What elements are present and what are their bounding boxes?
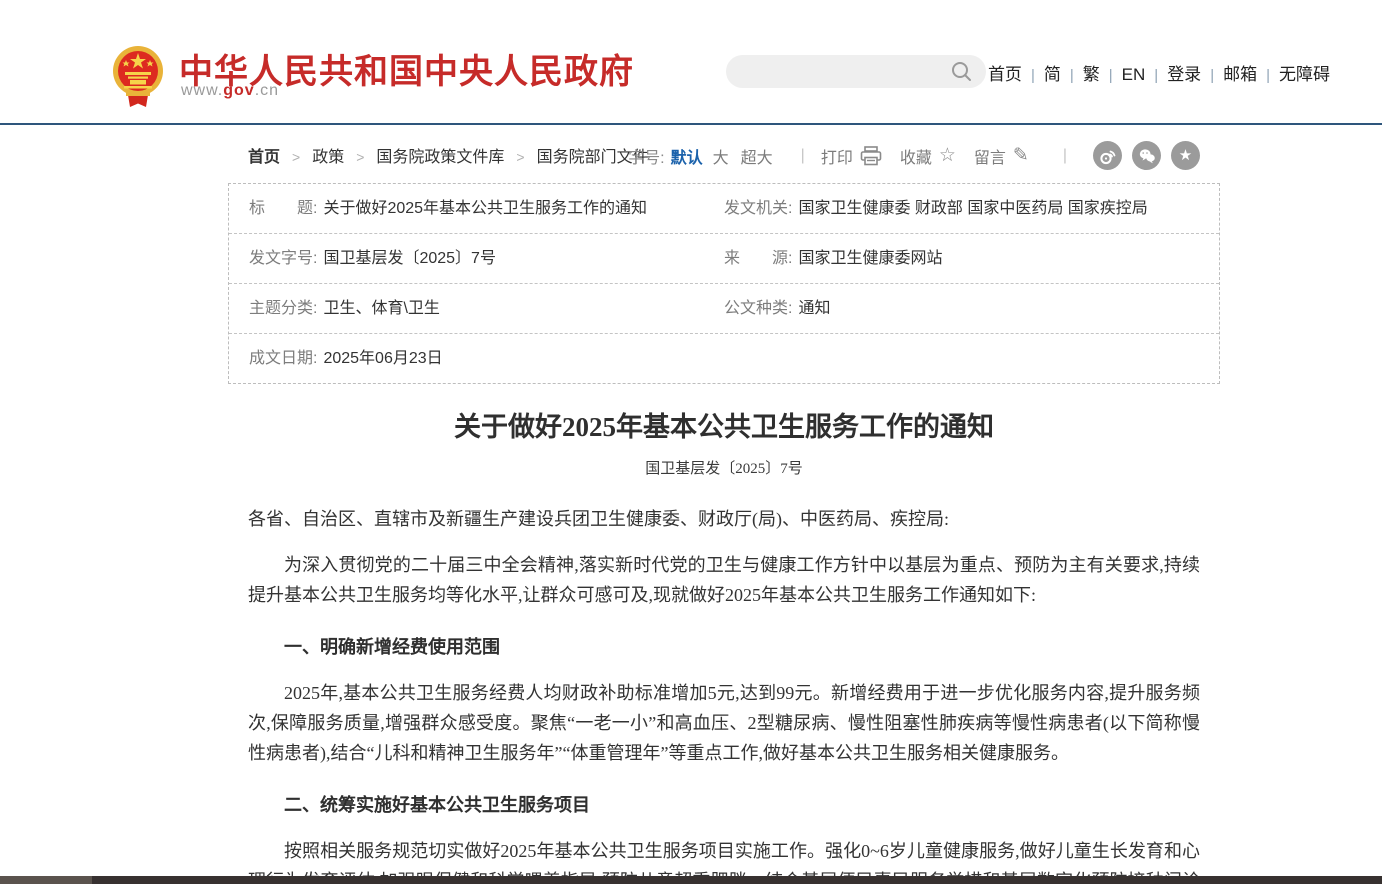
national-emblem-logo — [112, 45, 164, 107]
breadcrumb: 首页>政策>国务院政策文件库>国务院部门文件 — [248, 143, 649, 167]
favorite-label: 收藏 — [900, 144, 932, 168]
table-row: 主题分类: 卫生、体育\卫生 公文种类: 通知 — [229, 284, 1219, 334]
table-row: 发文字号: 国卫基层发〔2025〕7号 来 源: 国家卫生健康委网站 — [229, 234, 1219, 284]
footer-edge-segment — [0, 876, 92, 884]
chevron-right-icon: > — [344, 149, 376, 165]
search-box — [726, 55, 986, 88]
nav-accessibility[interactable]: 无障碍 — [1277, 65, 1332, 84]
comment-label: 留言 — [974, 144, 1006, 168]
section-heading-2: 二、统筹实施好基本公共卫生服务项目 — [248, 790, 1200, 820]
meta-title-label: 标 题: — [249, 198, 317, 219]
document-body: 关于做好2025年基本公共卫生服务工作的通知 国卫基层发〔2025〕7号 各省、… — [228, 405, 1220, 884]
top-nav: 首页|简|繁|EN|登录|邮箱|无障碍 — [986, 60, 1332, 85]
font-size-large-button[interactable]: 大 — [713, 144, 729, 168]
font-size-default-button[interactable]: 默认 — [671, 144, 703, 168]
meta-date-cell: 成文日期: 2025年06月23日 — [229, 334, 704, 383]
section-heading-1: 一、明确新增经费使用范围 — [248, 632, 1200, 662]
breadcrumb-home[interactable]: 首页 — [248, 149, 280, 166]
search-icon[interactable] — [951, 61, 972, 82]
site-header: 中华人民共和国中央人民政府 www.gov.cn 首页|简|繁|EN|登录|邮箱… — [0, 0, 1382, 125]
document-number: 国卫基层发〔2025〕7号 — [248, 457, 1200, 478]
nav-separator: | — [1259, 67, 1277, 84]
comment-button[interactable]: 留言 ✎ — [974, 144, 1029, 168]
meta-doc-number-value: 国卫基层发〔2025〕7号 — [323, 248, 496, 269]
document-title: 关于做好2025年基本公共卫生服务工作的通知 — [248, 405, 1200, 444]
font-size-xlarge-button[interactable]: 超大 — [741, 144, 773, 168]
share-icons: ★ — [1083, 141, 1200, 170]
document-meta-table: 标 题: 关于做好2025年基本公共卫生服务工作的通知 发文机关: 国家卫生健康… — [228, 183, 1220, 384]
meta-topic-cell: 主题分类: 卫生、体育\卫生 — [229, 284, 704, 333]
nav-separator: | — [1147, 67, 1165, 84]
toolbar-separator: | — [801, 147, 805, 165]
table-row: 标 题: 关于做好2025年基本公共卫生服务工作的通知 发文机关: 国家卫生健康… — [229, 184, 1219, 234]
pencil-icon: ✎ — [1013, 146, 1029, 165]
chevron-right-icon: > — [504, 149, 536, 165]
meta-title-value: 关于做好2025年基本公共卫生服务工作的通知 — [323, 198, 647, 219]
meta-doc-number-cell: 发文字号: 国卫基层发〔2025〕7号 — [229, 234, 704, 283]
toolbar: 字号: 默认 大 超大 | 打印 收藏 ☆ 留言 ✎ — [628, 141, 1200, 170]
weibo-share-button[interactable] — [1093, 141, 1122, 170]
breadcrumb-toolbar-row: 首页>政策>国务院政策文件库>国务院部门文件 字号: 默认 大 超大 | 打印 … — [0, 125, 1382, 183]
nav-separator: | — [1102, 67, 1120, 84]
meta-doc-type-cell: 公文种类: 通知 — [704, 284, 1219, 333]
site-url-www: www. — [181, 82, 223, 99]
nav-separator: | — [1203, 67, 1221, 84]
page: 中华人民共和国中央人民政府 www.gov.cn 首页|简|繁|EN|登录|邮箱… — [0, 0, 1382, 884]
nav-login[interactable]: 登录 — [1165, 65, 1203, 84]
wechat-share-button[interactable] — [1132, 141, 1161, 170]
print-button[interactable]: 打印 — [821, 144, 882, 168]
wechat-icon — [1138, 147, 1156, 165]
site-url-gov: gov — [223, 82, 254, 99]
nav-simplified[interactable]: 简 — [1042, 65, 1063, 84]
nav-separator: | — [1024, 67, 1042, 84]
footer-top-edge — [0, 876, 1382, 884]
meta-title-cell: 标 题: 关于做好2025年基本公共卫生服务工作的通知 — [229, 184, 704, 233]
breadcrumb-policy[interactable]: 政策 — [312, 149, 344, 166]
print-label: 打印 — [821, 144, 853, 168]
site-url: www.gov.cn — [181, 82, 279, 100]
salutation-paragraph: 各省、自治区、直辖市及新疆生产建设兵团卫生健康委、财政厅(局)、中医药局、疾控局… — [248, 504, 1200, 534]
toolbar-separator: | — [1063, 147, 1067, 165]
meta-empty-cell — [704, 334, 1219, 383]
site-url-cn: .cn — [255, 82, 279, 99]
nav-traditional[interactable]: 繁 — [1081, 65, 1102, 84]
meta-issuing-agency-value: 国家卫生健康委 财政部 国家中医药局 国家疾控局 — [798, 198, 1147, 219]
nav-separator: | — [1063, 67, 1081, 84]
font-size-label: 字号: — [628, 144, 664, 168]
meta-date-label: 成文日期: — [249, 348, 317, 369]
intro-paragraph: 为深入贯彻党的二十届三中全会精神,落实新时代党的卫生与健康工作方针中以基层为重点… — [248, 550, 1200, 610]
meta-source-cell: 来 源: 国家卫生健康委网站 — [704, 234, 1219, 283]
qzone-star-icon: ★ — [1179, 148, 1192, 163]
printer-icon — [860, 146, 882, 166]
meta-source-label: 来 源: — [724, 248, 792, 269]
meta-doc-type-label: 公文种类: — [724, 298, 792, 319]
search-input[interactable] — [742, 59, 942, 84]
favorite-button[interactable]: 收藏 ☆ — [900, 144, 956, 168]
nav-home[interactable]: 首页 — [986, 65, 1024, 84]
meta-date-value: 2025年06月23日 — [323, 348, 442, 369]
meta-topic-value: 卫生、体育\卫生 — [323, 298, 439, 319]
nav-mail[interactable]: 邮箱 — [1221, 65, 1259, 84]
meta-doc-type-value: 通知 — [798, 298, 830, 319]
qzone-share-button[interactable]: ★ — [1171, 141, 1200, 170]
breadcrumb-policy-library[interactable]: 国务院政策文件库 — [376, 149, 504, 166]
star-icon: ☆ — [939, 146, 956, 165]
meta-source-value: 国家卫生健康委网站 — [798, 248, 942, 269]
meta-issuing-agency-label: 发文机关: — [724, 198, 792, 219]
nav-english[interactable]: EN — [1120, 65, 1148, 84]
meta-topic-label: 主题分类: — [249, 298, 317, 319]
meta-doc-number-label: 发文字号: — [249, 248, 317, 269]
table-row: 成文日期: 2025年06月23日 — [229, 334, 1219, 383]
chevron-right-icon: > — [280, 149, 312, 165]
section-1-paragraph: 2025年,基本公共卫生服务经费人均财政补助标准增加5元,达到99元。新增经费用… — [248, 678, 1200, 768]
meta-issuing-agency-cell: 发文机关: 国家卫生健康委 财政部 国家中医药局 国家疾控局 — [704, 184, 1219, 233]
weibo-icon — [1099, 147, 1117, 165]
